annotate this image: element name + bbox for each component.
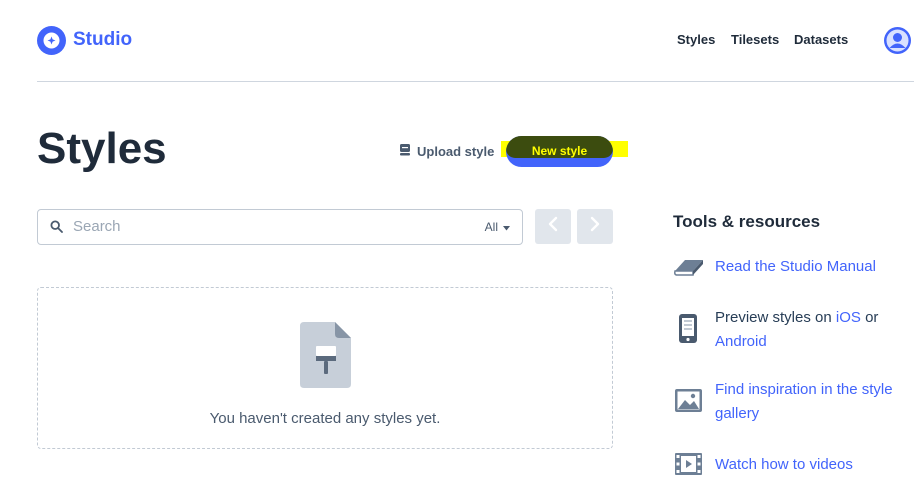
chevron-right-icon	[590, 216, 600, 237]
search-input[interactable]	[73, 218, 473, 235]
nav-datasets[interactable]: Datasets	[794, 32, 848, 47]
upload-style-label: Upload style	[417, 143, 495, 159]
film-icon	[675, 453, 702, 480]
phone-icon	[678, 313, 698, 349]
new-style-label: New style	[531, 144, 588, 158]
next-page-button[interactable]	[577, 209, 613, 244]
image-icon	[675, 389, 702, 417]
search-icon	[50, 220, 63, 238]
avatar-icon[interactable]	[884, 27, 911, 54]
resource-videos: Watch how to videos	[715, 453, 853, 477]
filter-value: All	[484, 220, 498, 234]
resource-manual: Read the Studio Manual	[715, 255, 876, 279]
book-icon	[673, 258, 705, 281]
tools-heading: Tools & resources	[673, 212, 821, 231]
logo-text[interactable]: Studio	[73, 29, 132, 51]
manual-link[interactable]: Read the Studio Manual	[715, 258, 876, 275]
header-divider	[37, 81, 914, 82]
resource-preview: Preview styles on iOS or Android	[715, 306, 905, 354]
inspiration-link[interactable]: Find inspiration in the style gallery	[715, 381, 893, 422]
prev-page-button[interactable]	[535, 209, 571, 244]
nav-tilesets[interactable]: Tilesets	[731, 32, 779, 47]
resource-inspiration: Find inspiration in the style gallery	[715, 378, 914, 426]
chevron-left-icon	[548, 216, 558, 237]
android-link[interactable]: Android	[715, 333, 767, 350]
upload-icon	[399, 143, 411, 159]
upload-style-button[interactable]: Upload style	[399, 143, 494, 159]
preview-prefix: Preview styles on	[715, 309, 836, 326]
search-box[interactable]: All	[37, 209, 523, 245]
chevron-down-icon	[503, 220, 510, 234]
page-title: Styles	[37, 124, 167, 173]
empty-state-message: You haven't created any styles yet.	[209, 410, 441, 427]
new-style-button[interactable]: New style	[506, 136, 613, 167]
preview-or: or	[860, 309, 879, 326]
nav-styles[interactable]: Styles	[677, 32, 715, 47]
filter-select[interactable]: All	[485, 220, 510, 234]
studio-logo-icon[interactable]	[37, 26, 66, 55]
paintbrush-file-icon	[300, 322, 351, 393]
ios-link[interactable]: iOS	[836, 309, 861, 326]
empty-state-panel: You haven't created any styles yet.	[37, 287, 613, 449]
videos-link[interactable]: Watch how to videos	[715, 456, 853, 473]
